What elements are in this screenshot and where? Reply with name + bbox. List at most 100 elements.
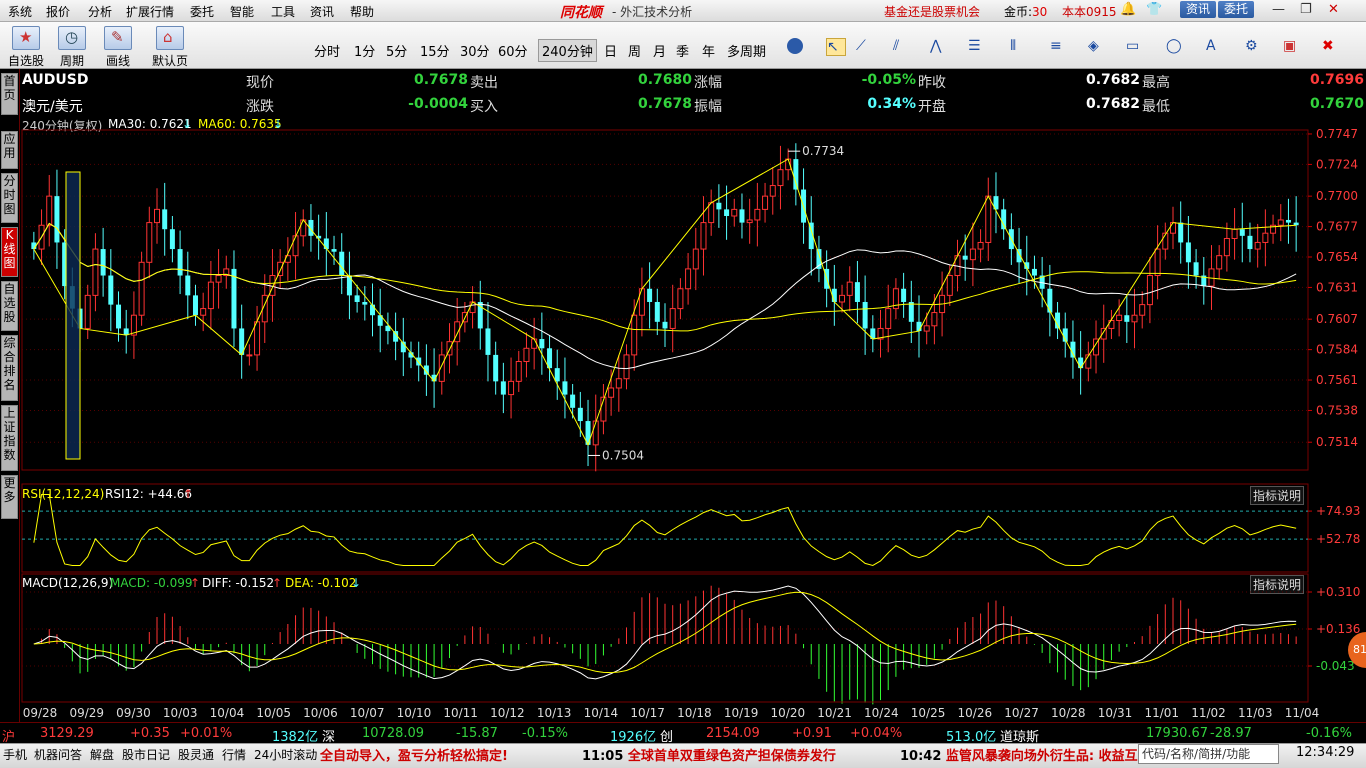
candle-body — [647, 288, 653, 302]
candle-body — [669, 308, 676, 329]
price-tick-label: 0.7654 — [1316, 250, 1358, 264]
candle-body — [916, 321, 922, 332]
news-ticker-3-time: 10:42 — [900, 749, 942, 764]
bottom-robot-qa[interactable]: 机器问答 — [34, 746, 82, 763]
candle-body — [931, 312, 938, 327]
candle-body — [493, 354, 499, 382]
candle-body — [923, 325, 930, 332]
candle-body — [754, 208, 761, 221]
candle-body — [515, 361, 522, 382]
candle-body — [708, 202, 715, 224]
price-tick-label: 0.7631 — [1316, 280, 1358, 294]
selection-highlight — [65, 171, 81, 460]
candle-body — [1185, 242, 1191, 263]
candle-body — [1293, 222, 1299, 226]
candle-body — [523, 347, 530, 363]
date-tick-label: 10/17 — [630, 706, 665, 720]
news-ticker-1[interactable]: 全自动导入，盈亏分析轻松搞定! — [320, 745, 508, 764]
candle-body — [185, 275, 191, 296]
candle-body — [692, 248, 699, 270]
candle-body — [146, 222, 153, 263]
candle-body — [1124, 315, 1130, 322]
candle-body — [631, 314, 638, 356]
price-tick-label: 0.7700 — [1316, 189, 1358, 203]
candle-body — [138, 261, 145, 316]
sz-pct: -0.15% — [522, 726, 568, 741]
annotation-high-label: 0.7734 — [802, 144, 844, 158]
date-tick-label: 10/07 — [350, 706, 385, 720]
dj-pct: -0.16% — [1306, 726, 1352, 741]
candle-body — [570, 394, 576, 408]
candle-body — [1178, 222, 1184, 243]
candle-body — [1116, 314, 1123, 322]
candle-body — [1001, 209, 1007, 230]
date-tick-label: 10/27 — [1004, 706, 1039, 720]
rsi-tick-label: +74.93 — [1316, 504, 1360, 518]
date-tick-label: 10/19 — [724, 706, 759, 720]
candle-body — [1231, 228, 1238, 239]
bottom-market-view[interactable]: 解盘 — [90, 746, 114, 763]
candle-body — [323, 238, 329, 250]
candle-body — [839, 294, 846, 303]
code-search-input[interactable]: 代码/名称/简拼/功能 — [1138, 744, 1279, 764]
sz-value: 10728.09 — [362, 726, 425, 741]
dj-value: 17930.67 — [1146, 726, 1209, 741]
candle-body — [662, 321, 668, 329]
candle-body — [731, 208, 738, 217]
candle-body — [1170, 222, 1176, 234]
price-tick-label: 0.7747 — [1316, 127, 1358, 141]
candle-body — [1285, 219, 1291, 223]
candle-body — [962, 255, 968, 260]
cy-change: +0.91 — [792, 726, 832, 741]
date-tick-label: 10/13 — [537, 706, 572, 720]
candle-body — [700, 222, 707, 250]
candle-body — [724, 209, 730, 216]
candle-body — [84, 294, 91, 329]
candle-body — [615, 378, 622, 389]
candle-body — [1216, 255, 1223, 270]
candle-body — [1247, 235, 1253, 250]
date-tick-label: 11/02 — [1191, 706, 1226, 720]
cy-value: 2154.09 — [706, 726, 760, 741]
news-ticker-2-text: 全球首单双重绿色资产担保债券发行 — [627, 749, 836, 764]
bottom-phone[interactable]: 手机 — [3, 746, 27, 763]
candle-body — [1131, 314, 1138, 323]
price-panel-frame — [21, 129, 1309, 471]
date-tick-label: 10/20 — [771, 706, 806, 720]
news-ticker-3[interactable]: 10:42 监管风暴袭向场外衍生品: 收益互 — [900, 745, 1138, 764]
candle-body — [1239, 229, 1245, 236]
candle-body — [985, 195, 992, 243]
candle-body — [292, 235, 299, 257]
candle-body — [116, 304, 122, 329]
candle-body — [608, 387, 615, 398]
date-tick-label: 10/18 — [677, 706, 712, 720]
candle-body — [254, 321, 261, 356]
date-tick-label: 10/03 — [163, 706, 198, 720]
candle-body — [562, 381, 568, 395]
date-tick-label: 10/28 — [1051, 706, 1086, 720]
kline-chart[interactable]: 0.7747 0.7724 0.7700 0.7677 0.7654 0.7631 0.76… — [0, 0, 1366, 722]
candle-body — [623, 354, 630, 380]
bottom-diary[interactable]: 股市日记 — [122, 746, 170, 763]
date-tick-label: 10/05 — [256, 706, 291, 720]
date-tick-label: 10/11 — [443, 706, 478, 720]
candle-body — [739, 209, 745, 223]
date-tick-label: 10/24 — [864, 706, 899, 720]
candle-body — [769, 185, 776, 197]
news-ticker-3-text: 监管风暴袭向场外衍生品: 收益互 — [945, 749, 1138, 764]
candle-body — [1139, 304, 1146, 316]
price-tick-label: 0.7677 — [1316, 220, 1358, 234]
candle-body — [1031, 268, 1037, 276]
bottom-quotes[interactable]: 行情 — [222, 746, 246, 763]
bottom-24h-scroll[interactable]: 24小时滚动 — [254, 746, 317, 763]
price-tick-label: 0.7607 — [1316, 312, 1358, 326]
price-tick-label: 0.7724 — [1316, 157, 1358, 171]
news-ticker-2[interactable]: 11:05 全球首单双重绿色资产担保债券发行 — [582, 745, 836, 764]
news-ticker-2-time: 11:05 — [582, 749, 624, 764]
bottom-stock-link[interactable]: 股灵通 — [178, 746, 214, 763]
candle-body — [454, 321, 461, 343]
candle-body — [500, 381, 506, 395]
candle-body — [200, 308, 207, 316]
macd-tick-label: -0.043 — [1316, 659, 1355, 673]
macd-tick-label: +0.136 — [1316, 622, 1360, 636]
